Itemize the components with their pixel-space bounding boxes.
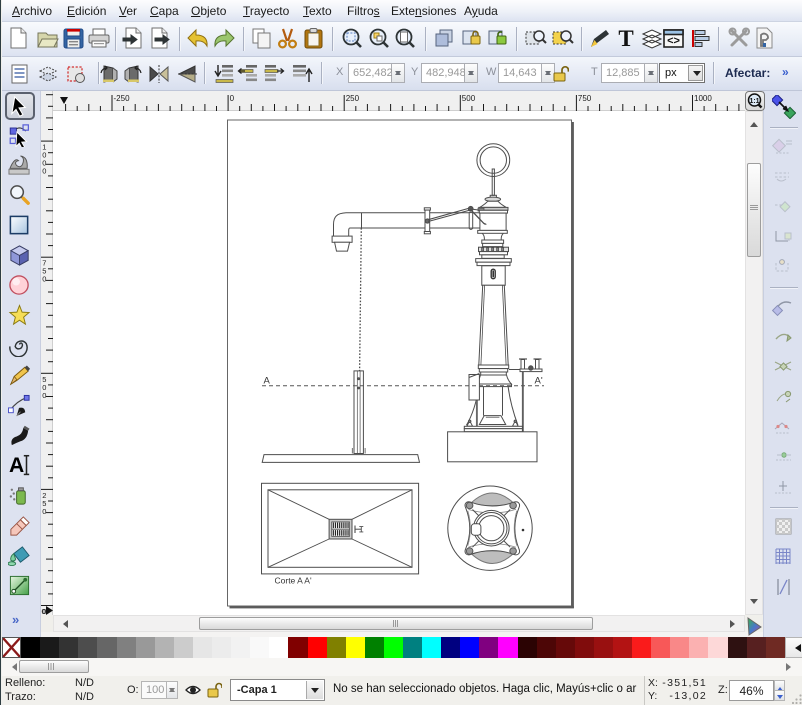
svg-text:<>: <> (667, 35, 680, 47)
svg-text:0: 0 (42, 391, 46, 400)
svg-text:1:1: 1:1 (749, 98, 759, 105)
svg-text:0: 0 (42, 275, 46, 284)
svg-text:500: 500 (462, 94, 476, 103)
svg-text:A: A (9, 454, 24, 477)
svg-text:0: 0 (42, 507, 46, 516)
svg-text:750: 750 (578, 94, 592, 103)
svg-text:0: 0 (42, 607, 46, 615)
svg-text:Corte A A': Corte A A' (275, 575, 312, 585)
svg-text:T: T (618, 27, 633, 50)
svg-text:A': A' (535, 376, 543, 387)
svg-text:1000: 1000 (694, 94, 712, 103)
svg-text:-250: -250 (114, 94, 131, 103)
svg-text:A: A (264, 376, 271, 387)
svg-text:250: 250 (346, 94, 360, 103)
svg-text:0: 0 (42, 167, 46, 176)
svg-text:0: 0 (230, 94, 235, 103)
